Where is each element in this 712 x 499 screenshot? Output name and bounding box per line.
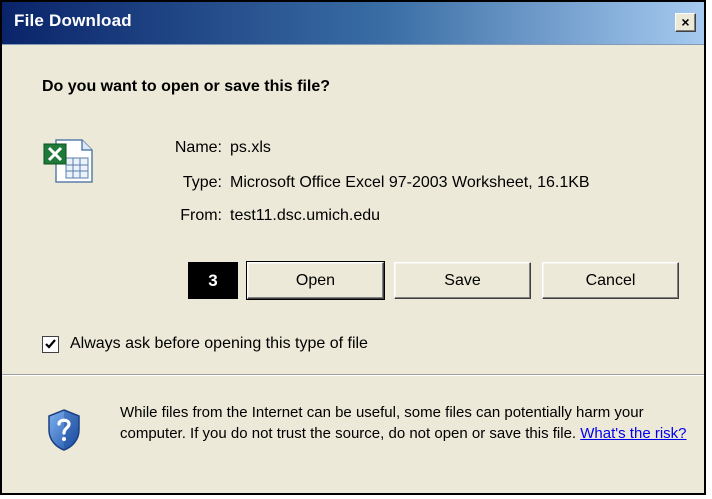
file-download-dialog: File Download × Do you want to open or s…: [0, 0, 706, 495]
file-type-value: Microsoft Office Excel 97-2003 Worksheet…: [230, 174, 590, 191]
save-button[interactable]: Save: [394, 262, 531, 299]
title-bar[interactable]: File Download ×: [2, 2, 704, 45]
shield-question-icon: [48, 409, 80, 451]
name-label: Name:: [174, 139, 222, 156]
from-label: From:: [180, 207, 222, 224]
warning-message: While files from the Internet can be use…: [120, 404, 644, 442]
dialog-question: Do you want to open or save this file?: [42, 78, 331, 95]
always-ask-checkbox[interactable]: [42, 336, 59, 353]
separator-line: [2, 374, 704, 376]
cancel-button[interactable]: Cancel: [542, 262, 679, 299]
checkmark-icon: [45, 339, 56, 349]
always-ask-label: Always ask before opening this type of f…: [70, 335, 368, 352]
window-title: File Download: [14, 11, 132, 30]
security-warning-text: While files from the Internet can be use…: [120, 402, 690, 444]
open-button[interactable]: Open: [246, 261, 385, 300]
whats-the-risk-link[interactable]: What's the risk?: [580, 425, 686, 442]
excel-file-icon: [43, 139, 93, 183]
file-source-value: test11.dsc.umich.edu: [230, 207, 381, 224]
close-icon: ×: [681, 14, 690, 30]
type-label: Type:: [182, 174, 222, 191]
file-name-value: ps.xls: [230, 139, 271, 156]
close-button[interactable]: ×: [675, 13, 696, 32]
step-number-badge: 3: [188, 262, 238, 299]
